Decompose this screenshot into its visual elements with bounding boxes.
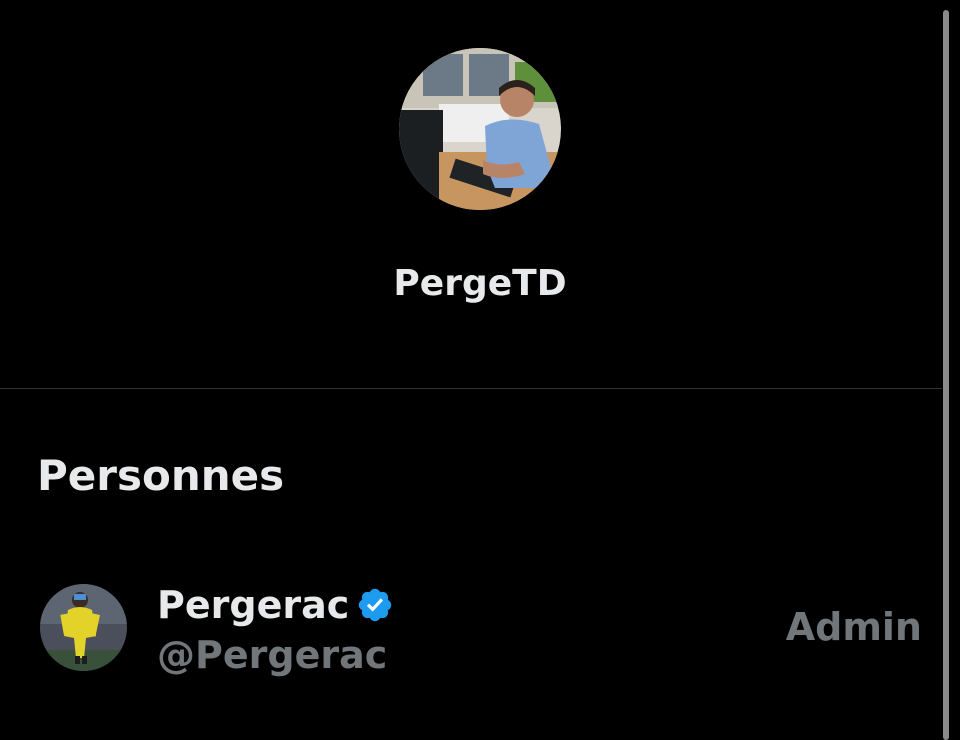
people-section-title: Personnes — [37, 451, 285, 500]
member-row[interactable]: Pergerac @Pergerac Admin — [0, 575, 940, 685]
member-avatar[interactable] — [40, 584, 127, 671]
member-name-line: Pergerac — [157, 580, 394, 630]
group-header: PergeTD — [0, 0, 940, 388]
member-name[interactable]: Pergerac — [157, 582, 349, 628]
group-name: PergeTD — [393, 263, 567, 304]
verified-badge-icon — [356, 586, 394, 624]
section-divider — [0, 388, 942, 389]
scrollbar[interactable] — [943, 10, 949, 740]
member-handle: @Pergerac — [157, 633, 388, 677]
group-avatar[interactable] — [399, 48, 561, 210]
member-role-badge: Admin — [785, 605, 922, 649]
group-photo-icon — [399, 48, 561, 210]
member-photo-icon — [40, 584, 127, 671]
